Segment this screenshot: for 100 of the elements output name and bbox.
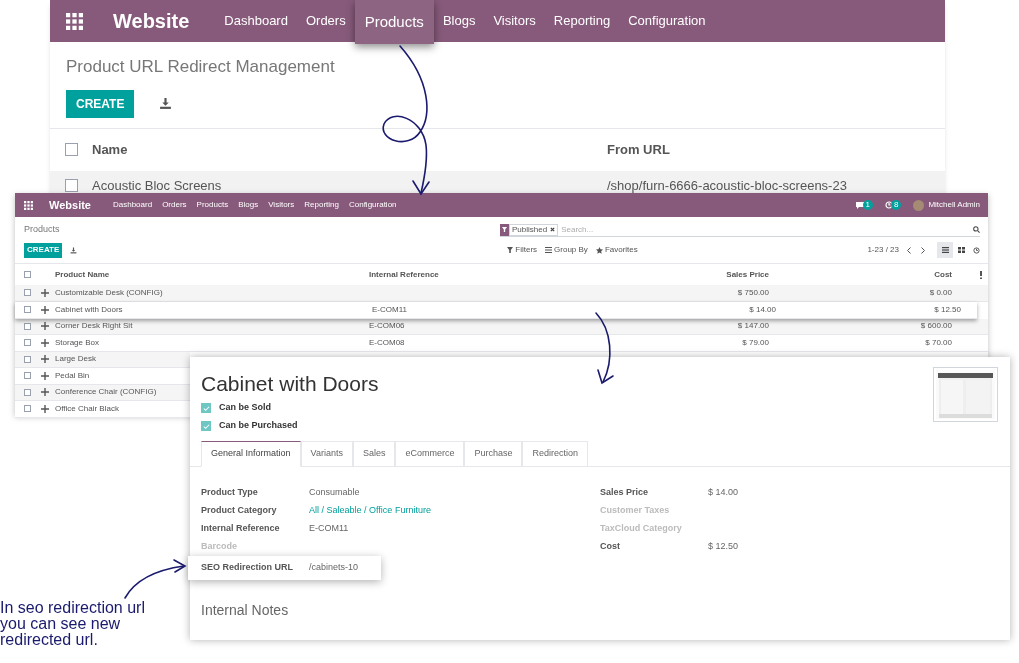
app-name: Website: [49, 197, 91, 213]
checkbox[interactable]: [201, 403, 211, 413]
table-cell: $ 750.00: [737, 287, 769, 297]
drag-handle-icon[interactable]: [41, 371, 49, 380]
kanban-icon[interactable]: [958, 247, 965, 253]
drag-handle-icon[interactable]: [41, 322, 49, 331]
drag-handle-icon[interactable]: [41, 338, 49, 347]
table-cell: Office Chair Black: [55, 402, 119, 415]
table-cell: E-COM11: [372, 304, 407, 314]
download-icon[interactable]: [70, 246, 78, 254]
facet-icon: [500, 223, 509, 236]
breadcrumb: Products: [24, 223, 60, 237]
search-icon[interactable]: [973, 226, 980, 233]
menu-item[interactable]: Visitors: [268, 199, 295, 211]
search-facet[interactable]: Published: [509, 223, 559, 236]
menu-item[interactable]: Blogs: [433, 11, 485, 31]
checkbox[interactable]: [24, 289, 31, 297]
field-label: Barcode: [201, 540, 238, 554]
next-icon[interactable]: [921, 246, 925, 254]
checkbox[interactable]: [24, 372, 31, 380]
field-value: E-COM11: [309, 522, 349, 536]
drag-handle-icon[interactable]: [41, 305, 49, 314]
column-header[interactable]: Product Name: [55, 268, 369, 281]
drag-handle-icon[interactable]: [41, 404, 49, 413]
checkbox[interactable]: [65, 143, 78, 156]
table-cell-text: Customizable Desk (CONFIG): [55, 286, 164, 299]
pager: 1-23 / 23: [867, 244, 899, 256]
menu-item[interactable]: Products: [354, 0, 434, 44]
tab[interactable]: Purchase: [464, 441, 523, 467]
curved-arrow: [124, 559, 187, 599]
checkbox[interactable]: [65, 179, 78, 192]
table-cell: Large Desk: [55, 353, 96, 366]
checkbox[interactable]: [24, 388, 31, 396]
previous-icon[interactable]: [907, 246, 911, 254]
search-field[interactable]: Published Search...: [500, 223, 980, 237]
menu-item[interactable]: Configuration: [619, 11, 715, 31]
checkbox[interactable]: [24, 405, 31, 413]
drag-handle-icon[interactable]: [41, 388, 49, 397]
menu-item[interactable]: Dashboard: [215, 11, 297, 31]
field-value: $ 12.50: [708, 540, 739, 554]
avatar: [913, 199, 925, 211]
filter-menu-button[interactable]: Group By: [545, 244, 588, 256]
menu-item[interactable]: Dashboard: [113, 199, 153, 211]
checkbox[interactable]: [24, 271, 31, 278]
menu-item[interactable]: Visitors: [484, 11, 545, 31]
download-icon[interactable]: [159, 97, 173, 110]
tab[interactable]: General Information: [201, 441, 301, 467]
table-cell-text: Cabinet with Doors: [55, 303, 124, 316]
table-row[interactable]: Office Chair Black: [15, 401, 190, 418]
checkbox[interactable]: [24, 306, 31, 313]
table-cell: $ 14.00: [749, 304, 776, 314]
drag-handle-icon[interactable]: [41, 288, 49, 297]
column-header[interactable]: Sales Price: [619, 268, 769, 281]
star-icon: [595, 246, 603, 254]
count-badge: 8: [890, 200, 902, 210]
table-row[interactable]: Storage Box E-COM08 $ 79.00 $ 70.00: [15, 335, 988, 352]
tab[interactable]: eCommerce: [395, 441, 465, 467]
menu-item[interactable]: Reporting: [544, 11, 620, 31]
menu-item[interactable]: Products: [196, 199, 229, 211]
checkbox[interactable]: [201, 421, 211, 431]
column-header[interactable]: Name: [92, 139, 607, 160]
apps-grid-icon[interactable]: [66, 12, 83, 30]
remove-icon[interactable]: [550, 227, 556, 232]
product-title: Cabinet with Doors: [201, 371, 379, 397]
checkbox[interactable]: [24, 339, 31, 347]
apps-grid-icon[interactable]: [24, 200, 33, 210]
column-header[interactable]: Cost: [769, 268, 952, 281]
category-link[interactable]: All / Saleable / Office Furniture: [309, 504, 431, 518]
count-badge: 1: [862, 200, 873, 210]
drag-handle-icon[interactable]: [41, 355, 49, 364]
table-row[interactable]: Pedal Bin: [15, 368, 190, 385]
tab[interactable]: Variants: [300, 441, 353, 467]
table-cell-text: Acoustic Bloc Screens: [92, 176, 223, 195]
menu-item[interactable]: Orders: [296, 11, 355, 31]
checkbox[interactable]: [24, 355, 31, 363]
search-input[interactable]: Search...: [561, 223, 973, 236]
checkbox-label: Can be Sold: [219, 401, 271, 415]
menu-item[interactable]: Reporting: [304, 199, 339, 211]
table-cell-text: Storage Box: [55, 336, 101, 349]
field-label: Product Category: [201, 504, 278, 518]
field-label: Customer Taxes: [600, 504, 671, 518]
field-label: Product Type: [201, 486, 259, 500]
menu-item[interactable]: Orders: [162, 199, 187, 211]
table-cell: $ 600.00: [920, 321, 952, 331]
column-header[interactable]: Internal Reference: [369, 268, 619, 281]
column-header[interactable]: From URL: [607, 139, 670, 160]
menu-item[interactable]: Configuration: [348, 199, 397, 211]
checkbox[interactable]: [24, 322, 31, 330]
tab[interactable]: Sales: [352, 441, 396, 467]
table-row[interactable]: Customizable Desk (CONFIG) $ 750.00 $ 0.00: [15, 285, 988, 302]
field-label: SEO Redirection URL: [201, 561, 294, 575]
menu-item[interactable]: Blogs: [238, 199, 259, 211]
filter-menu-button[interactable]: Filters: [507, 244, 538, 256]
tab[interactable]: Redirection: [522, 441, 588, 467]
filter-menu-button[interactable]: Favorites: [595, 244, 638, 256]
list-view-button[interactable]: [937, 242, 953, 258]
clock-icon[interactable]: [973, 246, 980, 254]
user-menu[interactable]: Mitchell Admin: [913, 199, 980, 211]
table-cell: $ 79.00: [742, 337, 769, 347]
table-cell: $ 147.00: [737, 321, 769, 331]
